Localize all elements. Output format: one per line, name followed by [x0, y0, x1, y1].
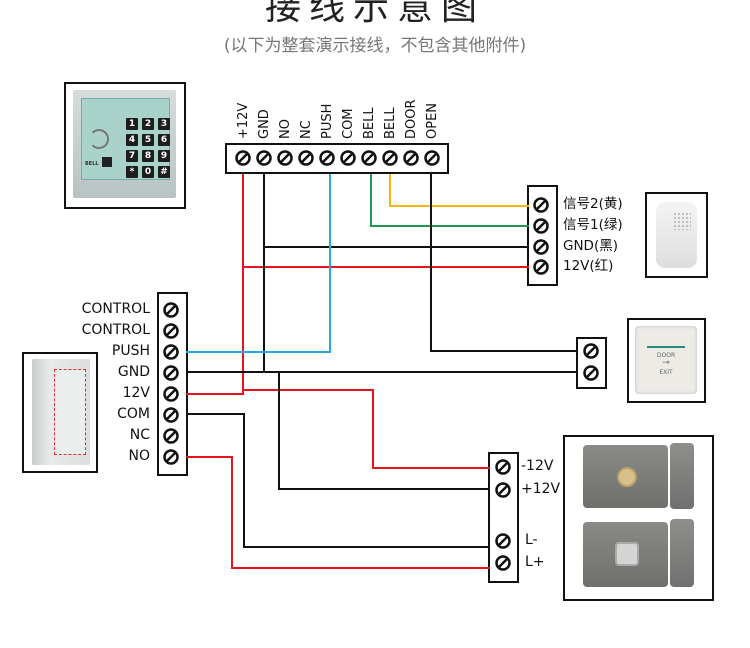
screw-terminal-icon: [256, 150, 272, 166]
wire-12v-main: [186, 174, 244, 395]
screw-terminal-icon: [361, 150, 377, 166]
screw-terminal-icon: [277, 150, 293, 166]
wiring-diagram: [163, 150, 599, 571]
wire-no-lock: [186, 456, 490, 569]
screw-terminal-icon: [583, 365, 599, 381]
screw-terminal-icon: [533, 218, 549, 234]
screw-terminal-icon: [163, 344, 179, 360]
screw-terminal-icon: [163, 407, 179, 423]
screw-terminal-icon: [163, 323, 179, 339]
screw-terminal-icon: [403, 150, 419, 166]
screw-terminal-icon: [382, 150, 398, 166]
screw-terminal-icon: [424, 150, 440, 166]
wire-12v-lock: [243, 389, 490, 469]
wire-open: [430, 174, 578, 352]
screw-terminal-icon: [583, 343, 599, 359]
screw-terminal-icon: [163, 386, 179, 402]
screw-terminal-icon: [495, 482, 511, 498]
screw-terminal-icon: [533, 259, 549, 275]
screw-terminal-icon: [533, 239, 549, 255]
screw-terminal-icon: [163, 302, 179, 318]
screw-terminal-icon: [495, 459, 511, 475]
screw-terminal-icon: [163, 365, 179, 381]
wire-gnd-main: [186, 174, 265, 373]
screw-terminal-icon: [495, 533, 511, 549]
wire-bell-signal1: [370, 174, 529, 227]
wire-bell-signal2: [389, 174, 529, 207]
screw-terminal-icon: [163, 449, 179, 465]
screw-terminal-icon: [235, 150, 251, 166]
screw-terminal-icon: [298, 150, 314, 166]
screw-terminal-icon: [163, 428, 179, 444]
screw-terminal-icon: [340, 150, 356, 166]
screw-terminal-icon: [533, 197, 549, 213]
screw-terminal-icon: [319, 150, 335, 166]
wire-push: [186, 174, 331, 353]
screw-terminal-icon: [495, 555, 511, 571]
